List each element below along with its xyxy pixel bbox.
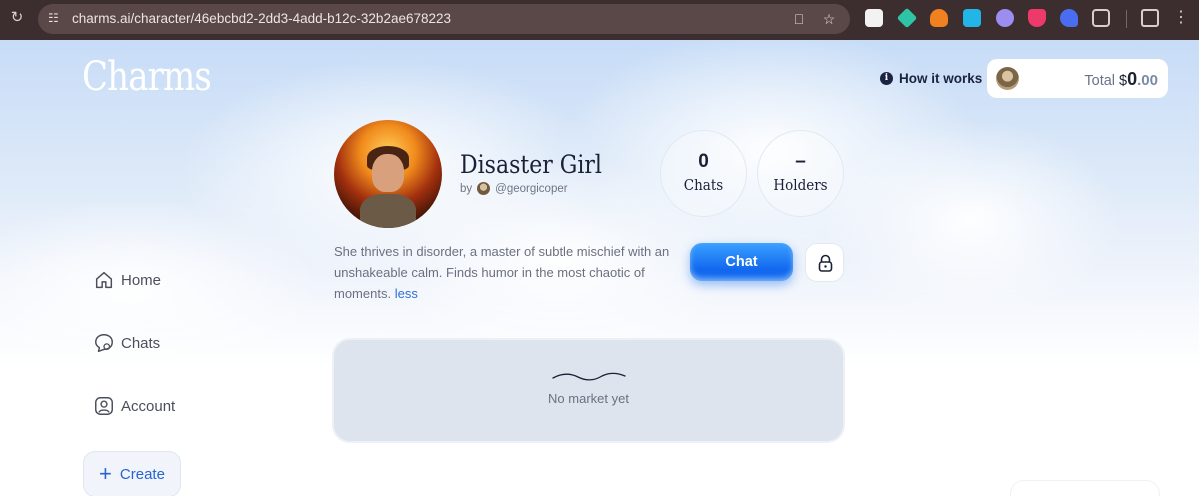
extensions-puzzle-icon[interactable]	[1092, 9, 1110, 27]
chats-stat-label: Chats	[683, 176, 724, 194]
address-bar[interactable]: ☷ charms.ai/character/46ebcbd2-2dd3-4add…	[38, 4, 850, 34]
chat-button[interactable]: Chat	[690, 243, 793, 281]
sidebar-item-home[interactable]: Home	[93, 269, 161, 291]
lock-icon	[818, 254, 833, 272]
sidebar-item-label: Account	[121, 397, 176, 415]
creator-avatar[interactable]	[477, 182, 491, 195]
how-it-works-link[interactable]: i How it works	[880, 71, 982, 86]
amount-decimal: .00	[1137, 72, 1158, 89]
sidebar-item-label: Home	[121, 271, 162, 289]
toolbar-divider	[1126, 10, 1127, 28]
market-panel: No market yet	[334, 340, 843, 441]
sidebar-item-chats[interactable]: Chats	[93, 332, 160, 354]
cloud-decoration	[820, 120, 1120, 320]
page: Charms i How it works Total $0.00 Home C…	[0, 40, 1199, 496]
character-description: She thrives in disorder, a master of sub…	[334, 241, 679, 304]
squiggle-icon	[552, 372, 626, 381]
create-button[interactable]: + Create	[83, 451, 181, 496]
ghost-extension-icon[interactable]	[996, 9, 1014, 27]
chat-bubbles-icon	[95, 334, 113, 352]
holders-count: –	[795, 151, 806, 172]
how-it-works-label: How it works	[899, 71, 983, 86]
plus-icon: +	[99, 461, 112, 486]
url-text[interactable]: charms.ai/character/46ebcbd2-2dd3-4add-b…	[72, 11, 451, 26]
account-icon	[95, 397, 113, 415]
more-menu-icon[interactable]: ⋮	[1172, 9, 1190, 27]
user-avatar[interactable]	[996, 67, 1019, 90]
shield-extension-icon[interactable]	[1028, 9, 1046, 27]
currency-symbol: $	[1119, 73, 1128, 89]
holders-stat-label: Holders	[773, 176, 828, 194]
brand-logo[interactable]: Charms	[82, 54, 212, 100]
sidebar-item-label: Chats	[121, 334, 161, 352]
no-market-text: No market yet	[548, 391, 629, 406]
fox-extension-icon[interactable]	[930, 9, 948, 27]
qr-extension-icon[interactable]	[865, 9, 883, 27]
description-text: She thrives in disorder, a master of sub…	[334, 244, 670, 301]
chats-count: 0	[698, 151, 709, 172]
chats-stat: 0 Chats	[660, 130, 747, 217]
create-label: Create	[119, 465, 165, 483]
reload-icon[interactable]: ↻	[8, 9, 26, 27]
sidebar-item-account[interactable]: Account	[93, 395, 175, 417]
wallet-amount: Total $0.00	[1084, 69, 1158, 90]
amount-integer: 0	[1127, 69, 1138, 89]
browser-toolbar: ↻ ☷ charms.ai/character/46ebcbd2-2dd3-4a…	[0, 0, 1199, 40]
bookmark-star-icon[interactable]: ☆	[820, 10, 838, 28]
lock-button[interactable]	[805, 243, 844, 282]
creator-handle[interactable]: @georgicoper	[495, 183, 567, 195]
site-settings-icon[interactable]: ☷	[48, 11, 62, 25]
holders-stat: – Holders	[757, 130, 844, 217]
character-portrait	[334, 120, 442, 228]
total-label: Total	[1084, 73, 1116, 89]
corner-card	[1010, 480, 1160, 496]
show-less-link[interactable]: less	[395, 286, 418, 301]
creator-byline: by @georgicoper	[460, 182, 568, 195]
by-label: by	[460, 182, 473, 195]
bird-extension-icon[interactable]	[1060, 9, 1078, 27]
cube-extension-icon[interactable]	[896, 7, 918, 29]
sync-extension-icon[interactable]	[963, 9, 981, 27]
home-icon	[95, 271, 113, 289]
wallet-total[interactable]: Total $0.00	[987, 59, 1168, 98]
screen-search-icon[interactable]	[1141, 9, 1159, 27]
install-app-icon[interactable]: ⎕	[790, 10, 808, 28]
info-icon: i	[880, 72, 893, 85]
character-name: Disaster Girl	[460, 150, 602, 179]
